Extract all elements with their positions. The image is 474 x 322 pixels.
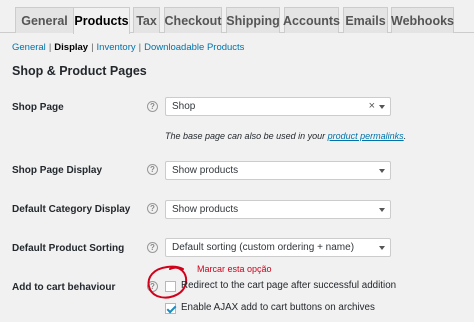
shop-page-display-label: Shop Page Display [12,165,103,176]
default-product-sorting-label: Default Product Sorting [12,243,125,254]
default-product-sorting-value: Default sorting (custom ordering + name) [172,242,355,253]
clear-icon[interactable]: × [369,100,375,112]
settings-tabs: General Products Tax Checkout Shipping A… [0,0,474,34]
tab-accounts[interactable]: Accounts [283,7,340,33]
subnav-separator: | [138,41,142,53]
subnav-separator: | [91,41,94,53]
default-product-sorting-select[interactable]: Default sorting (custom ordering + name) [165,238,391,257]
sub-navigation: General | Display | Inventory | Download… [12,40,244,54]
description-text: The base page can also be used in your [165,131,326,141]
shop-page-select[interactable]: Shop × [165,97,391,116]
help-icon[interactable]: ? [147,203,158,214]
enable-ajax-label[interactable]: Enable AJAX add to cart buttons on archi… [181,302,375,313]
shop-page-display-select[interactable]: Show products [165,161,391,180]
enable-ajax-checkbox[interactable] [165,303,176,314]
chevron-down-icon [379,169,385,173]
shop-page-value: Shop [172,101,196,112]
tab-general[interactable]: General [15,7,74,33]
default-category-display-value: Show products [172,204,239,215]
description-period: . [403,131,407,141]
chevron-down-icon [379,246,385,250]
section-title: Shop & Product Pages [12,64,147,78]
subnav-inventory[interactable]: Inventory [97,42,136,53]
tab-webhooks[interactable]: Webhooks [391,7,454,33]
help-icon[interactable]: ? [147,164,158,175]
chevron-down-icon [379,208,385,212]
redirect-to-cart-checkbox[interactable] [165,281,176,292]
subnav-display[interactable]: Display [54,42,88,53]
tab-shipping[interactable]: Shipping [226,7,280,33]
subnav-general[interactable]: General [12,42,46,53]
tab-emails[interactable]: Emails [343,7,388,33]
tab-tax[interactable]: Tax [133,7,160,33]
annotation-text: Marcar esta opção [197,264,272,274]
help-icon[interactable]: ? [147,242,158,253]
default-category-display-select[interactable]: Show products [165,200,391,219]
redirect-to-cart-label[interactable]: Redirect to the cart page after successf… [181,280,396,291]
subnav-separator: | [48,41,52,53]
tab-products[interactable]: Products [73,7,130,34]
shop-page-description: The base page can also be used in your p… [165,131,406,141]
shop-page-label: Shop Page [12,102,64,113]
shop-page-display-value: Show products [172,165,239,176]
add-to-cart-label: Add to cart behaviour [12,282,116,293]
help-icon[interactable]: ? [147,101,158,112]
chevron-down-icon [379,105,385,109]
subnav-downloadable-products[interactable]: Downloadable Products [144,42,244,53]
tab-checkout[interactable]: Checkout [164,7,222,33]
default-category-display-label: Default Category Display [12,204,131,215]
product-permalinks-link[interactable]: product permalinks [328,131,404,141]
